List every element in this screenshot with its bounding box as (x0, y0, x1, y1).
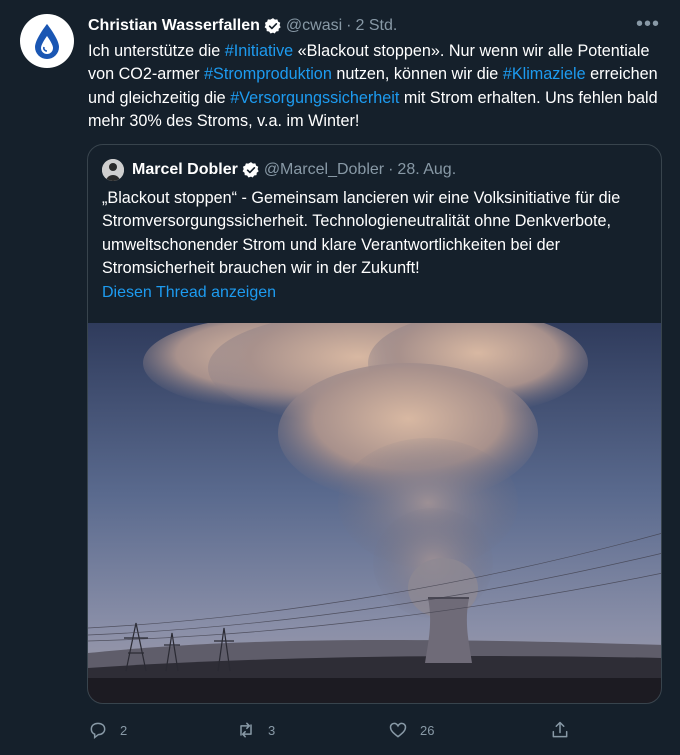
tweet-photo[interactable] (88, 323, 661, 703)
hashtag-link[interactable]: #Initiative (225, 42, 293, 60)
hashtag-link[interactable]: #Versorgungssicherheit (230, 89, 399, 107)
verified-badge-icon (264, 18, 281, 34)
more-icon[interactable]: ••• (636, 13, 660, 36)
tweet-text-segment: Ich unterstütze die (88, 42, 225, 60)
like-count: 26 (420, 722, 435, 738)
like-button[interactable]: 26 (388, 720, 434, 740)
quoted-author-handle[interactable]: @Marcel_Dobler (264, 161, 384, 179)
quoted-tweet-header: Marcel Dobler @Marcel_Dobler · 28. Aug. (102, 159, 647, 181)
verified-badge-icon (242, 162, 259, 178)
reply-icon (90, 722, 106, 740)
retweet-count: 3 (268, 722, 276, 738)
quoted-header-separator: · (388, 161, 394, 178)
reply-count: 2 (120, 722, 128, 738)
retweet-button[interactable]: 3 (236, 720, 275, 740)
water-drop-logo-icon (35, 24, 59, 59)
quoted-author-avatar[interactable] (102, 159, 124, 181)
hashtag-link[interactable]: #Stromproduktion (204, 65, 332, 83)
share-icon (552, 721, 568, 738)
quoted-tweet-time[interactable]: 28. Aug. (397, 161, 456, 179)
tweet-text: Ich unterstütze die #Initiative «Blackou… (88, 40, 663, 133)
tweet-header: Christian Wasserfallen @cwasi · 2 Std. •… (88, 13, 660, 37)
tweet-actions: 2 3 26 (88, 720, 608, 742)
quoted-tweet-text: „Blackout stoppen“ - Gemeinsam lancieren… (102, 189, 621, 277)
reply-button[interactable]: 2 (88, 720, 127, 740)
show-thread-link[interactable]: Diesen Thread anzeigen (102, 284, 276, 302)
retweet-icon (240, 722, 252, 738)
quoted-tweet[interactable]: Marcel Dobler @Marcel_Dobler · 28. Aug. … (87, 144, 662, 704)
share-button[interactable] (550, 720, 582, 740)
author-handle[interactable]: @cwasi (286, 17, 342, 35)
author-avatar[interactable] (20, 14, 74, 68)
header-separator: · (346, 17, 352, 34)
tweet-text-segment: nutzen, können wir die (331, 65, 503, 84)
quoted-author-name[interactable]: Marcel Dobler (132, 161, 238, 179)
author-name[interactable]: Christian Wasserfallen (88, 17, 260, 35)
hashtag-link[interactable]: #Klimaziele (503, 65, 586, 83)
like-icon (389, 722, 407, 738)
tweet-time[interactable]: 2 Std. (355, 17, 397, 35)
